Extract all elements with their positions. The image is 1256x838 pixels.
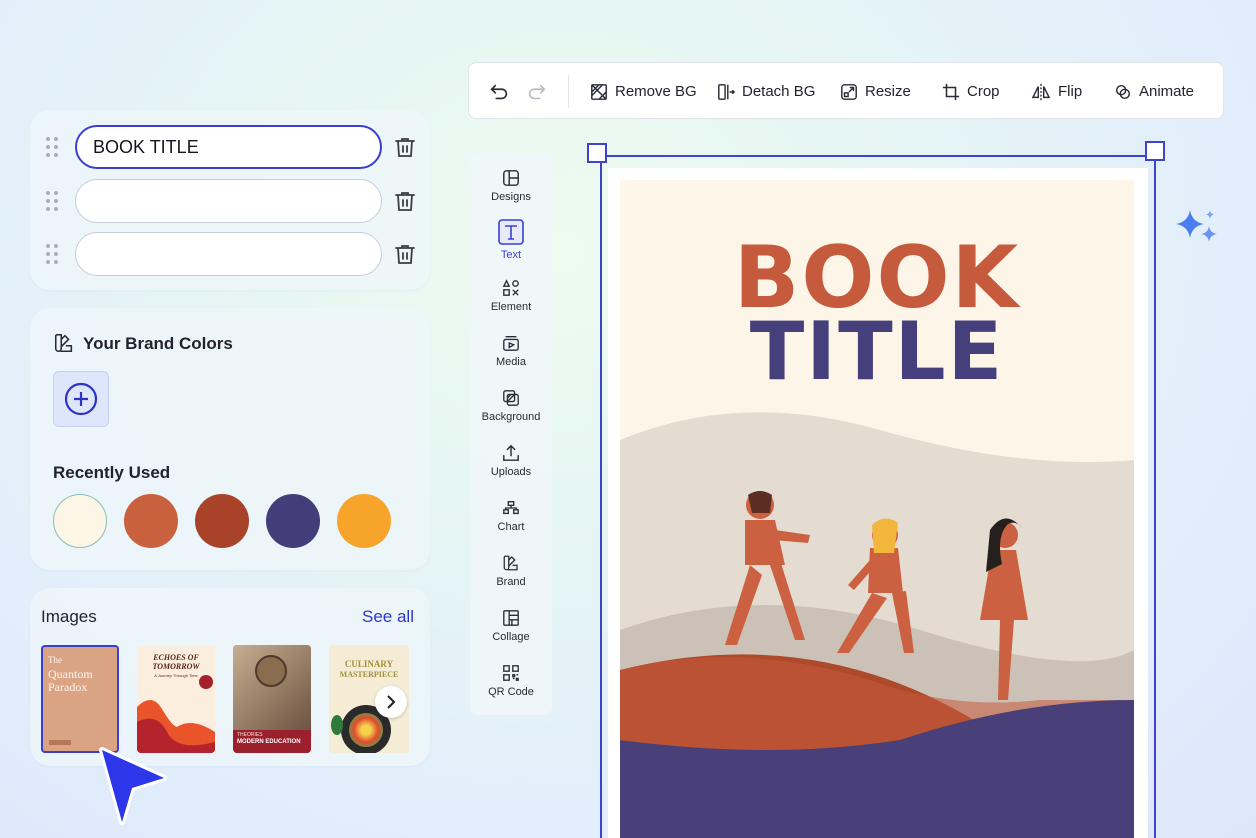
image-thumbnail[interactable]: The Quantom Paradox [41, 645, 119, 753]
text-row [30, 232, 430, 276]
nav-label: Designs [491, 191, 531, 203]
thumb-text: THEORIES [237, 732, 263, 738]
shapes-icon [502, 279, 519, 296]
crop-icon [942, 83, 960, 100]
thumb-text: ECHOES OF [153, 653, 199, 662]
nav-element[interactable]: Element [470, 273, 552, 328]
sparkle-icon [1176, 210, 1217, 242]
resize-icon [841, 83, 857, 100]
animate-icon [1115, 84, 1131, 99]
drag-handle-icon[interactable] [46, 191, 58, 211]
text-field-3[interactable] [75, 232, 382, 276]
collage-icon [503, 610, 519, 626]
upload-icon [503, 444, 519, 461]
text-row [30, 179, 430, 223]
images-title: Images [41, 607, 97, 626]
trash-icon[interactable] [393, 135, 417, 159]
nav-chart[interactable]: Chart [470, 493, 552, 548]
nav-label: Element [490, 301, 532, 313]
undo-icon[interactable] [488, 81, 510, 103]
color-swatch[interactable] [124, 494, 178, 548]
color-swatch[interactable] [53, 494, 107, 548]
remove-bg-button[interactable]: Remove BG [590, 63, 697, 120]
image-thumbnail[interactable]: THEORIES MODERN EDUCATION [233, 645, 311, 753]
nav-label: Brand [496, 576, 526, 588]
remove-bg-icon [591, 83, 607, 100]
nav-label: Media [496, 356, 526, 368]
image-thumbnail[interactable]: ECHOES OF TOMORROW A Journey Through Tim… [137, 645, 215, 753]
animate-label: Animate [1139, 83, 1195, 100]
layout-icon [503, 170, 519, 186]
trash-icon[interactable] [393, 189, 417, 213]
remove-bg-label: Remove BG [615, 83, 697, 100]
thumb-text: The [48, 655, 62, 665]
side-navigation: Designs Text Element Media Background Up… [470, 153, 552, 715]
color-swatch[interactable] [266, 494, 320, 548]
color-swatch[interactable] [195, 494, 249, 548]
redo-icon[interactable] [526, 81, 548, 103]
nav-media[interactable]: Media [470, 328, 552, 383]
brand-colors-panel: Your Brand Colors Recently Used [30, 308, 430, 570]
chart-icon [503, 501, 519, 515]
thumb-text: MODERN EDUCATION [237, 739, 301, 745]
flip-button[interactable]: Flip [1031, 63, 1082, 120]
thumb-text: MASTERPIECE [339, 670, 399, 679]
cursor-arrow-icon [99, 747, 167, 825]
qr-code-icon [503, 665, 519, 681]
thumb-text: TOMORROW [152, 662, 200, 671]
crop-label: Crop [967, 83, 1000, 100]
top-toolbar: Remove BG Detach BG Resize Crop Flip Ani… [468, 62, 1224, 119]
see-all-link[interactable]: See all [362, 607, 414, 627]
drag-handle-icon[interactable] [46, 137, 58, 157]
detach-bg-button[interactable]: Detach BG [717, 63, 815, 120]
animate-button[interactable]: Animate [1114, 63, 1194, 120]
recently-used-title: Recently Used [53, 463, 171, 482]
nav-label: QR Code [488, 686, 534, 698]
flip-label: Flip [1058, 83, 1083, 100]
background-icon [503, 390, 519, 406]
next-images-button[interactable] [375, 686, 407, 718]
palette-icon [54, 333, 73, 353]
brand-colors-title: Your Brand Colors [83, 334, 233, 353]
detach-bg-icon [718, 83, 735, 100]
nav-label: Uploads [490, 466, 532, 478]
nav-label: Text [500, 249, 522, 261]
plus-circle-icon [64, 382, 98, 416]
nav-background[interactable]: Background [470, 383, 552, 438]
brand-icon [503, 555, 518, 571]
resize-label: Resize [865, 83, 911, 100]
nav-text[interactable]: Text [470, 218, 552, 273]
images-panel: Images See all The Quantom Paradox ECHOE… [30, 588, 430, 766]
nav-uploads[interactable]: Uploads [470, 438, 552, 493]
detach-bg-label: Detach BG [742, 83, 816, 100]
flip-icon [1031, 83, 1051, 100]
resize-handle-top-right[interactable] [1145, 141, 1165, 161]
trash-icon[interactable] [393, 242, 417, 266]
selection-frame [600, 155, 1156, 838]
color-swatch[interactable] [337, 494, 391, 548]
text-icon [498, 219, 524, 245]
nav-collage[interactable]: Collage [470, 603, 552, 658]
resize-handle-top-left[interactable] [587, 143, 607, 163]
nav-brand[interactable]: Brand [470, 548, 552, 603]
text-row [30, 125, 430, 169]
thumb-text: Paradox [48, 680, 88, 694]
chevron-right-icon [387, 695, 396, 709]
nav-qr-code[interactable]: QR Code [470, 658, 552, 713]
nav-label: Background [481, 411, 541, 423]
resize-button[interactable]: Resize [840, 63, 911, 120]
thumb-text: CULINARY [344, 659, 394, 669]
add-color-button[interactable] [53, 371, 109, 427]
nav-label: Collage [492, 631, 530, 643]
text-field-1[interactable] [75, 125, 382, 169]
drag-handle-icon[interactable] [46, 244, 58, 264]
crop-button[interactable]: Crop [942, 63, 1000, 120]
nav-label: Chart [497, 521, 525, 533]
text-field-2[interactable] [75, 179, 382, 223]
media-icon [503, 336, 519, 351]
nav-designs[interactable]: Designs [470, 163, 552, 218]
text-fields-panel [30, 110, 430, 290]
